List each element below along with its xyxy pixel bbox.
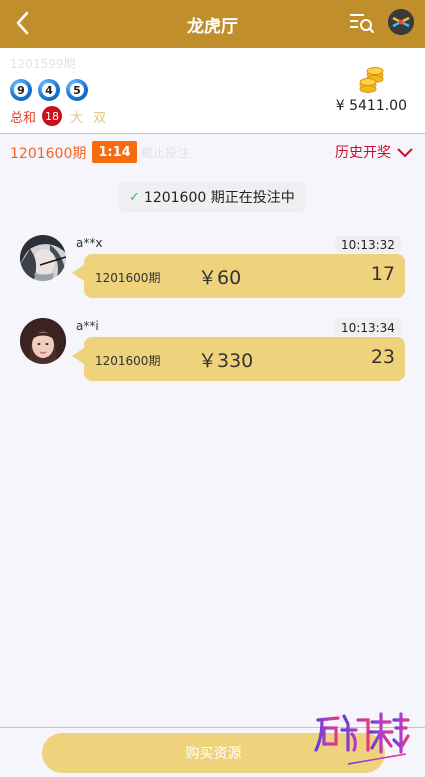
account-balance: ¥ 5411.00 <box>335 98 407 114</box>
current-period: 1201600期 <box>10 146 87 162</box>
coins-icon <box>358 66 386 94</box>
betting-status-chip: ✓ 1201600 期正在投注中 <box>119 182 305 212</box>
closing-note: 截止投注 <box>141 146 190 160</box>
result-ball: 9 <box>10 79 32 101</box>
countdown-timer: 1:14 <box>92 141 137 163</box>
history-draws-button[interactable]: 历史开奖 <box>335 142 414 162</box>
bet-bubble: 1201600期 ￥330 23 <box>72 337 405 381</box>
result-ball: 5 <box>66 79 88 101</box>
bet-username: a**x <box>76 236 103 250</box>
app-logo-icon[interactable] <box>388 9 414 35</box>
top-bar: 龙虎厅 <box>0 0 425 48</box>
result-ball: 4 <box>38 79 60 101</box>
ball-number: 5 <box>70 83 84 97</box>
bet-number: 23 <box>370 346 395 368</box>
bet-period: 1201600期 <box>95 354 161 368</box>
sum-label: 总和 <box>10 110 37 126</box>
result-balls: 9 4 5 <box>10 79 88 101</box>
last-result-panel: 1201599期 9 4 5 总和 18 大 双 ¥ 5411.00 <box>0 48 425 134</box>
previous-period-label: 1201599期 <box>10 57 76 71</box>
bet-bubble: 1201600期 ￥60 17 <box>72 254 405 298</box>
size-result: 大 <box>70 110 84 126</box>
ball-number: 4 <box>42 83 56 97</box>
check-icon: ✓ <box>129 189 140 205</box>
bet-time: 10:13:34 <box>335 319 401 336</box>
bet-message: a**x 10:13:32 1201600期 ￥60 17 <box>0 235 425 315</box>
bet-time: 10:13:32 <box>335 236 401 253</box>
sum-value-badge: 18 <box>42 106 63 126</box>
bet-amount: ￥330 <box>198 350 254 372</box>
current-period-bar: 1201600期 1:14 截止投注 历史开奖 <box>0 135 425 169</box>
history-label: 历史开奖 <box>335 145 391 161</box>
watermark-logo <box>312 706 412 770</box>
parity-result: 双 <box>93 110 107 126</box>
ball-number: 9 <box>14 83 28 97</box>
result-summary: 总和 18 大 双 <box>10 106 106 126</box>
status-text: 1201600 期正在投注中 <box>143 190 295 206</box>
avatar[interactable] <box>20 235 66 281</box>
bet-message: a**i 10:13:34 1201600期 ￥330 23 <box>0 318 425 398</box>
bet-username: a**i <box>76 319 99 333</box>
chevron-down-icon <box>397 148 413 158</box>
bet-number: 17 <box>370 263 395 285</box>
bet-amount: ￥60 <box>198 267 242 289</box>
bet-period: 1201600期 <box>95 271 161 285</box>
list-search-icon[interactable] <box>348 12 376 34</box>
avatar[interactable] <box>20 318 66 364</box>
